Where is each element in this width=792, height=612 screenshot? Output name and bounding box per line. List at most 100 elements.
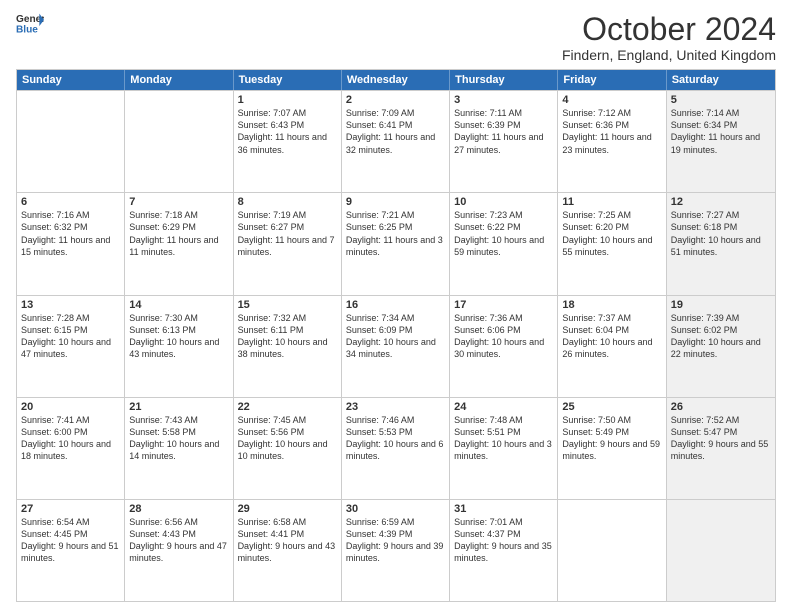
cell-content: Sunrise: 7:50 AM Sunset: 5:49 PM Dayligh… (562, 414, 661, 463)
cell-content: Sunrise: 7:45 AM Sunset: 5:56 PM Dayligh… (238, 414, 337, 463)
day-number: 16 (346, 299, 445, 311)
cal-cell: 8Sunrise: 7:19 AM Sunset: 6:27 PM Daylig… (234, 193, 342, 294)
day-number: 13 (21, 299, 120, 311)
cal-cell (125, 91, 233, 192)
calendar-row-3: 20Sunrise: 7:41 AM Sunset: 6:00 PM Dayli… (17, 397, 775, 499)
day-number: 5 (671, 94, 771, 106)
day-number: 22 (238, 401, 337, 413)
logo: General Blue (16, 12, 44, 34)
month-title: October 2024 (562, 12, 776, 47)
cal-cell: 12Sunrise: 7:27 AM Sunset: 6:18 PM Dayli… (667, 193, 775, 294)
cell-content: Sunrise: 7:23 AM Sunset: 6:22 PM Dayligh… (454, 209, 553, 258)
day-number: 29 (238, 503, 337, 515)
calendar-row-1: 6Sunrise: 7:16 AM Sunset: 6:32 PM Daylig… (17, 192, 775, 294)
header-day-wednesday: Wednesday (342, 70, 450, 90)
cal-cell: 17Sunrise: 7:36 AM Sunset: 6:06 PM Dayli… (450, 296, 558, 397)
header-day-saturday: Saturday (667, 70, 775, 90)
day-number: 19 (671, 299, 771, 311)
calendar: SundayMondayTuesdayWednesdayThursdayFrid… (16, 69, 776, 602)
day-number: 30 (346, 503, 445, 515)
cell-content: Sunrise: 7:28 AM Sunset: 6:15 PM Dayligh… (21, 312, 120, 361)
calendar-row-0: 1Sunrise: 7:07 AM Sunset: 6:43 PM Daylig… (17, 90, 775, 192)
cell-content: Sunrise: 7:25 AM Sunset: 6:20 PM Dayligh… (562, 209, 661, 258)
cell-content: Sunrise: 7:43 AM Sunset: 5:58 PM Dayligh… (129, 414, 228, 463)
cal-cell: 11Sunrise: 7:25 AM Sunset: 6:20 PM Dayli… (558, 193, 666, 294)
day-number: 28 (129, 503, 228, 515)
day-number: 20 (21, 401, 120, 413)
cell-content: Sunrise: 7:01 AM Sunset: 4:37 PM Dayligh… (454, 516, 553, 565)
day-number: 27 (21, 503, 120, 515)
cal-cell: 1Sunrise: 7:07 AM Sunset: 6:43 PM Daylig… (234, 91, 342, 192)
day-number: 24 (454, 401, 553, 413)
cell-content: Sunrise: 7:16 AM Sunset: 6:32 PM Dayligh… (21, 209, 120, 258)
day-number: 11 (562, 196, 661, 208)
cell-content: Sunrise: 7:07 AM Sunset: 6:43 PM Dayligh… (238, 107, 337, 156)
cell-content: Sunrise: 7:21 AM Sunset: 6:25 PM Dayligh… (346, 209, 445, 258)
location: Findern, England, United Kingdom (562, 47, 776, 63)
cal-cell: 2Sunrise: 7:09 AM Sunset: 6:41 PM Daylig… (342, 91, 450, 192)
day-number: 15 (238, 299, 337, 311)
header-day-thursday: Thursday (450, 70, 558, 90)
header-day-friday: Friday (558, 70, 666, 90)
cell-content: Sunrise: 7:09 AM Sunset: 6:41 PM Dayligh… (346, 107, 445, 156)
cell-content: Sunrise: 7:19 AM Sunset: 6:27 PM Dayligh… (238, 209, 337, 258)
cal-cell: 28Sunrise: 6:56 AM Sunset: 4:43 PM Dayli… (125, 500, 233, 601)
day-number: 17 (454, 299, 553, 311)
day-number: 21 (129, 401, 228, 413)
cal-cell: 16Sunrise: 7:34 AM Sunset: 6:09 PM Dayli… (342, 296, 450, 397)
logo-icon: General Blue (16, 12, 44, 34)
day-number: 4 (562, 94, 661, 106)
cal-cell: 15Sunrise: 7:32 AM Sunset: 6:11 PM Dayli… (234, 296, 342, 397)
day-number: 1 (238, 94, 337, 106)
cell-content: Sunrise: 7:11 AM Sunset: 6:39 PM Dayligh… (454, 107, 553, 156)
header-day-monday: Monday (125, 70, 233, 90)
cell-content: Sunrise: 7:34 AM Sunset: 6:09 PM Dayligh… (346, 312, 445, 361)
day-number: 18 (562, 299, 661, 311)
cal-cell: 7Sunrise: 7:18 AM Sunset: 6:29 PM Daylig… (125, 193, 233, 294)
cell-content: Sunrise: 7:46 AM Sunset: 5:53 PM Dayligh… (346, 414, 445, 463)
day-number: 6 (21, 196, 120, 208)
cell-content: Sunrise: 7:37 AM Sunset: 6:04 PM Dayligh… (562, 312, 661, 361)
cal-cell (667, 500, 775, 601)
cal-cell: 13Sunrise: 7:28 AM Sunset: 6:15 PM Dayli… (17, 296, 125, 397)
cal-cell: 26Sunrise: 7:52 AM Sunset: 5:47 PM Dayli… (667, 398, 775, 499)
header-day-tuesday: Tuesday (234, 70, 342, 90)
cal-cell: 29Sunrise: 6:58 AM Sunset: 4:41 PM Dayli… (234, 500, 342, 601)
svg-text:Blue: Blue (16, 24, 38, 34)
cal-cell: 20Sunrise: 7:41 AM Sunset: 6:00 PM Dayli… (17, 398, 125, 499)
cell-content: Sunrise: 6:58 AM Sunset: 4:41 PM Dayligh… (238, 516, 337, 565)
cal-cell: 10Sunrise: 7:23 AM Sunset: 6:22 PM Dayli… (450, 193, 558, 294)
cell-content: Sunrise: 7:12 AM Sunset: 6:36 PM Dayligh… (562, 107, 661, 156)
cal-cell: 3Sunrise: 7:11 AM Sunset: 6:39 PM Daylig… (450, 91, 558, 192)
day-number: 12 (671, 196, 771, 208)
cal-cell (17, 91, 125, 192)
cell-content: Sunrise: 7:39 AM Sunset: 6:02 PM Dayligh… (671, 312, 771, 361)
day-number: 23 (346, 401, 445, 413)
cell-content: Sunrise: 7:27 AM Sunset: 6:18 PM Dayligh… (671, 209, 771, 258)
cell-content: Sunrise: 7:18 AM Sunset: 6:29 PM Dayligh… (129, 209, 228, 258)
calendar-row-2: 13Sunrise: 7:28 AM Sunset: 6:15 PM Dayli… (17, 295, 775, 397)
cal-cell: 22Sunrise: 7:45 AM Sunset: 5:56 PM Dayli… (234, 398, 342, 499)
cal-cell: 19Sunrise: 7:39 AM Sunset: 6:02 PM Dayli… (667, 296, 775, 397)
day-number: 9 (346, 196, 445, 208)
cal-cell: 25Sunrise: 7:50 AM Sunset: 5:49 PM Dayli… (558, 398, 666, 499)
cal-cell: 24Sunrise: 7:48 AM Sunset: 5:51 PM Dayli… (450, 398, 558, 499)
cal-cell: 6Sunrise: 7:16 AM Sunset: 6:32 PM Daylig… (17, 193, 125, 294)
page: General Blue October 2024 Findern, Engla… (0, 0, 792, 612)
cell-content: Sunrise: 7:32 AM Sunset: 6:11 PM Dayligh… (238, 312, 337, 361)
cell-content: Sunrise: 7:36 AM Sunset: 6:06 PM Dayligh… (454, 312, 553, 361)
header: General Blue October 2024 Findern, Engla… (16, 12, 776, 63)
day-number: 2 (346, 94, 445, 106)
calendar-body: 1Sunrise: 7:07 AM Sunset: 6:43 PM Daylig… (17, 90, 775, 601)
cal-cell: 31Sunrise: 7:01 AM Sunset: 4:37 PM Dayli… (450, 500, 558, 601)
day-number: 31 (454, 503, 553, 515)
cal-cell: 5Sunrise: 7:14 AM Sunset: 6:34 PM Daylig… (667, 91, 775, 192)
cell-content: Sunrise: 7:14 AM Sunset: 6:34 PM Dayligh… (671, 107, 771, 156)
day-number: 26 (671, 401, 771, 413)
cell-content: Sunrise: 6:56 AM Sunset: 4:43 PM Dayligh… (129, 516, 228, 565)
cell-content: Sunrise: 6:59 AM Sunset: 4:39 PM Dayligh… (346, 516, 445, 565)
cell-content: Sunrise: 6:54 AM Sunset: 4:45 PM Dayligh… (21, 516, 120, 565)
title-block: October 2024 Findern, England, United Ki… (562, 12, 776, 63)
cal-cell: 30Sunrise: 6:59 AM Sunset: 4:39 PM Dayli… (342, 500, 450, 601)
cal-cell: 18Sunrise: 7:37 AM Sunset: 6:04 PM Dayli… (558, 296, 666, 397)
